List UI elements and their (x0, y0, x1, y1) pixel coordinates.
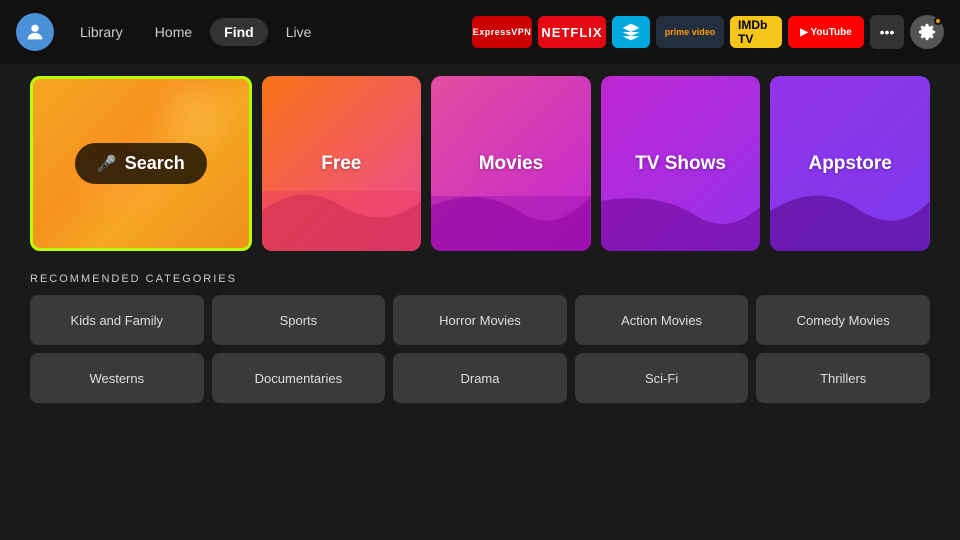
wave-decor-appstore (770, 181, 930, 251)
free-label: Free (321, 153, 361, 175)
movies-tile[interactable]: Movies (431, 76, 591, 251)
cat-horror-movies[interactable]: Horror Movies (393, 295, 567, 345)
wave-decor-free (262, 181, 422, 251)
appstore-label: Appstore (808, 153, 891, 175)
youtube-icon[interactable]: ▶ YouTube (788, 16, 864, 48)
search-tile[interactable]: 🎤 Search (30, 76, 252, 251)
cat-action-movies[interactable]: Action Movies (575, 295, 749, 345)
settings-button[interactable] (910, 15, 944, 49)
recommended-section: RECOMMENDED CATEGORIES Kids and Family S… (30, 273, 930, 403)
cat-comedy-movies[interactable]: Comedy Movies (756, 295, 930, 345)
cat-thrillers[interactable]: Thrillers (756, 353, 930, 403)
nav-home[interactable]: Home (141, 18, 206, 46)
cat-drama[interactable]: Drama (393, 353, 567, 403)
tvshows-tile[interactable]: TV Shows (601, 76, 761, 251)
wave-decor-movies (431, 181, 591, 251)
top-nav: Library Home Find Live ExpressVPN NETFLI… (0, 0, 960, 64)
movies-label: Movies (479, 153, 543, 175)
settings-notification-dot (934, 17, 942, 25)
tvshows-label: TV Shows (635, 153, 726, 175)
prime-video-icon[interactable]: prime video (656, 16, 724, 48)
imdb-icon[interactable]: IMDb TV (730, 16, 782, 48)
cat-kids-family[interactable]: Kids and Family (30, 295, 204, 345)
categories-grid: Kids and Family Sports Horror Movies Act… (30, 295, 930, 403)
nav-find[interactable]: Find (210, 18, 268, 46)
category-tiles: 🎤 Search Free Movies (30, 76, 930, 251)
nav-links: Library Home Find Live (66, 18, 325, 46)
expressvpn-icon[interactable]: ExpressVPN (472, 16, 532, 48)
app-icons-bar: ExpressVPN NETFLIX prime video IMDb TV ▶… (472, 15, 944, 49)
wave-decor-tvshows (601, 181, 761, 251)
appstore-tile[interactable]: Appstore (770, 76, 930, 251)
more-button[interactable]: ••• (870, 15, 904, 49)
cat-westerns[interactable]: Westerns (30, 353, 204, 403)
nav-library[interactable]: Library (66, 18, 137, 46)
search-label: Search (125, 153, 185, 174)
cat-documentaries[interactable]: Documentaries (212, 353, 386, 403)
netflix-icon[interactable]: NETFLIX (538, 16, 606, 48)
search-button[interactable]: 🎤 Search (75, 143, 207, 184)
mic-icon: 🎤 (97, 154, 117, 174)
nav-live[interactable]: Live (272, 18, 326, 46)
recommended-title: RECOMMENDED CATEGORIES (30, 273, 930, 285)
cat-sci-fi[interactable]: Sci-Fi (575, 353, 749, 403)
avatar[interactable] (16, 13, 54, 51)
cat-sports[interactable]: Sports (212, 295, 386, 345)
free-tile[interactable]: Free (262, 76, 422, 251)
main-content: 🎤 Search Free Movies (0, 64, 960, 415)
freevee-icon[interactable] (612, 16, 650, 48)
